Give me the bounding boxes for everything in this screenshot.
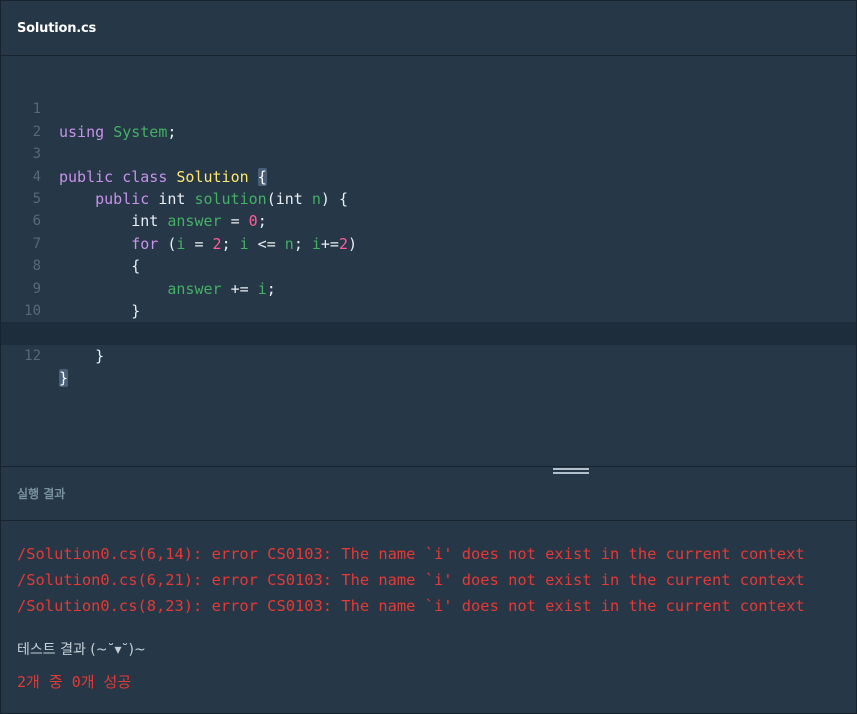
editor-tab-bar: Solution.cs bbox=[1, 1, 856, 56]
code-line[interactable]: 5 int answer = 0; bbox=[1, 166, 856, 230]
file-tab-title[interactable]: Solution.cs bbox=[17, 21, 96, 36]
code-line[interactable]: 1 using System; bbox=[1, 76, 856, 140]
code-line[interactable]: 7 { bbox=[1, 210, 856, 275]
code-line[interactable]: 4 public int solution(int n) { bbox=[1, 143, 856, 208]
code-editor[interactable]: 1 using System; 2 3 public class Solutio… bbox=[1, 56, 856, 467]
code-text: } bbox=[59, 367, 69, 389]
code-line[interactable]: 3 public class Solution { bbox=[1, 121, 856, 186]
code-line[interactable]: 11 } bbox=[1, 300, 856, 364]
code-line[interactable]: 9 } bbox=[1, 255, 856, 320]
code-panel: Solution.cs 1 using System; 2 3 public c… bbox=[0, 0, 857, 714]
results-header: 실행 결과 bbox=[1, 467, 856, 521]
results-output: /Solution0.cs(6,14): error CS0103: The n… bbox=[17, 541, 853, 692]
code-line-active[interactable]: 12 } bbox=[1, 322, 856, 388]
test-summary: 2개 중 0개 성공 bbox=[17, 673, 132, 691]
code-lines: 1 using System; 2 3 public class Solutio… bbox=[1, 76, 856, 388]
matched-bracket: } bbox=[59, 369, 69, 388]
test-result-label: 테스트 결과 (~˘▾˘)~ bbox=[17, 642, 146, 658]
code-line[interactable]: 8 answer += i; bbox=[1, 233, 856, 297]
error-line: /Solution0.cs(6,14): error CS0103: The n… bbox=[17, 545, 805, 563]
code-line[interactable]: 2 bbox=[1, 98, 856, 140]
code-line[interactable]: 6 for (i = 2; i <= n; i+=2) bbox=[1, 188, 856, 252]
error-line: /Solution0.cs(8,23): error CS0103: The n… bbox=[17, 597, 805, 615]
line-number: 12 bbox=[24, 347, 41, 364]
error-line: /Solution0.cs(6,21): error CS0103: The n… bbox=[17, 571, 805, 589]
code-line[interactable]: 10 return answer; bbox=[1, 278, 856, 342]
results-title: 실행 결과 bbox=[17, 487, 66, 501]
